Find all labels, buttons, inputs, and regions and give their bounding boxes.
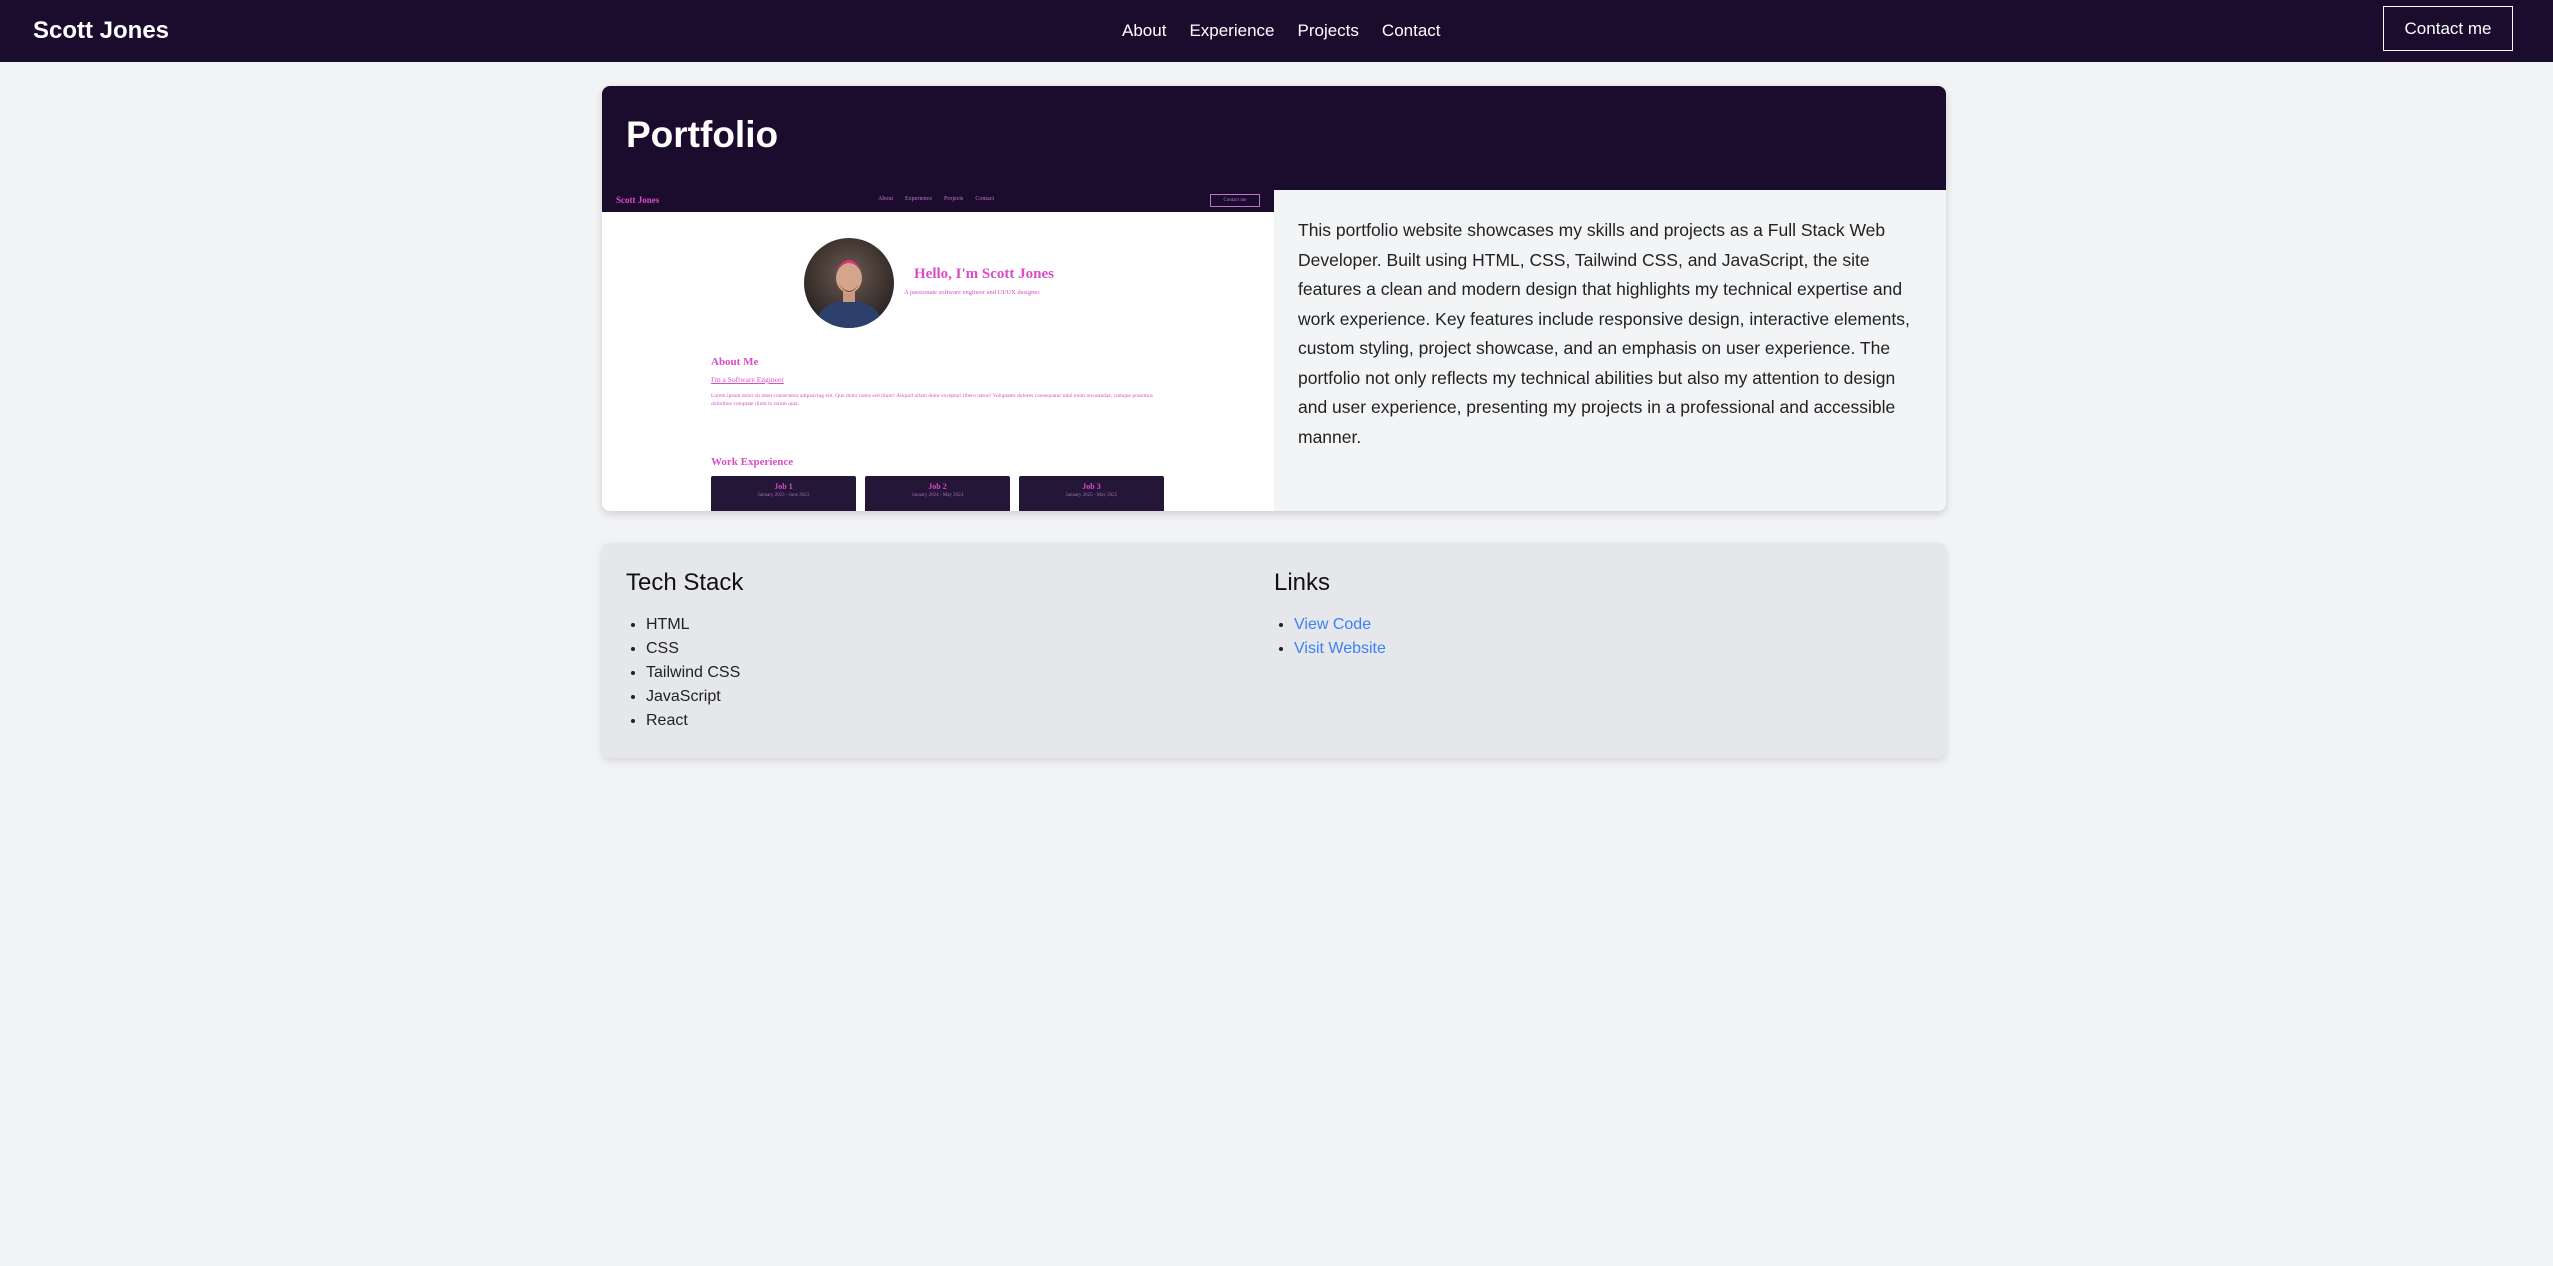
links-title: Links [1274, 569, 1331, 596]
preview-brand: Scott Jones [616, 195, 660, 205]
preview-job-card: Job 1 January 2023 - June 2023 [711, 476, 856, 511]
portfolio-header: Portfolio [602, 86, 1946, 190]
tech-stack-section: Tech Stack HTML CSS Tailwind CSS JavaScr… [626, 569, 743, 733]
tech-stack-item: HTML [646, 613, 743, 637]
navbar: Scott Jones About Experience Projects Co… [0, 0, 2553, 62]
preview-about-subtitle: I'm a Software Engineer [711, 375, 784, 384]
tech-stack-list: HTML CSS Tailwind CSS JavaScript React [626, 613, 743, 733]
tech-stack-item: JavaScript [646, 685, 743, 709]
portfolio-preview-image: Scott Jones About Experience Projects Co… [602, 190, 1274, 511]
nav-links: About Experience Projects Contact [1122, 0, 1441, 62]
preview-job-card: Job 2 January 2024 - May 2024 [865, 476, 1010, 511]
nav-link-contact[interactable]: Contact [1382, 21, 1441, 41]
contact-me-button[interactable]: Contact me [2383, 6, 2513, 51]
preview-about-title: About Me [711, 356, 759, 368]
links-list: View Code Visit Website [1274, 613, 1386, 661]
view-code-link[interactable]: View Code [1294, 616, 1371, 633]
preview-job-dates: January 2023 - June 2023 [757, 493, 810, 498]
nav-link-projects[interactable]: Projects [1298, 21, 1359, 41]
portfolio-body: Scott Jones About Experience Projects Co… [602, 190, 1946, 511]
links-item: View Code [1294, 613, 1386, 637]
preview-job-dates: January 2024 - May 2024 [911, 493, 964, 498]
preview-job-title: Job 3 [1082, 482, 1101, 491]
portfolio-description: This portfolio website showcases my skil… [1298, 220, 1910, 447]
nav-link-experience[interactable]: Experience [1189, 21, 1274, 41]
preview-nav-link: About [878, 196, 893, 202]
visit-website-link[interactable]: Visit Website [1294, 640, 1386, 657]
portfolio-title: Portfolio [626, 114, 779, 155]
preview-navbar: Scott Jones About Experience Projects Co… [602, 190, 1274, 212]
links-item: Visit Website [1294, 637, 1386, 661]
nav-link-about[interactable]: About [1122, 21, 1166, 41]
brand-logo[interactable]: Scott Jones [33, 0, 169, 62]
preview-avatar [804, 238, 894, 328]
preview-job-title: Job 2 [928, 482, 947, 491]
tech-stack-item: CSS [646, 637, 743, 661]
preview-hello-heading: Hello, I'm Scott Jones [914, 266, 1054, 282]
preview-nav-link: Projects [943, 196, 964, 202]
preview-job-title: Job 1 [774, 482, 793, 491]
preview-nav-link: Contact [975, 196, 994, 202]
preview-nav-link: Experience [905, 196, 932, 202]
preview-contact-button: Contact me [1210, 194, 1260, 207]
tech-stack-item: React [646, 709, 743, 733]
tech-stack-item: Tailwind CSS [646, 661, 743, 685]
preview-tagline: A passionate software engineer and UI/UX… [904, 289, 1041, 296]
portfolio-card: Portfolio Scott Jones About Experience P… [602, 86, 1946, 511]
preview-about-text: Lorem ipsum dolor sit amet consectetur a… [711, 393, 1153, 407]
details-card: Tech Stack HTML CSS Tailwind CSS JavaScr… [602, 543, 1946, 758]
tech-stack-title: Tech Stack [626, 569, 744, 596]
preview-job-dates: January 2025 - May 2025 [1065, 493, 1118, 498]
preview-nav-links: About Experience Projects Contact [878, 196, 994, 202]
links-section: Links View Code Visit Website [1274, 569, 1386, 661]
preview-work-title: Work Experience [711, 456, 794, 468]
preview-job-card: Job 3 January 2025 - May 2025 [1019, 476, 1164, 511]
